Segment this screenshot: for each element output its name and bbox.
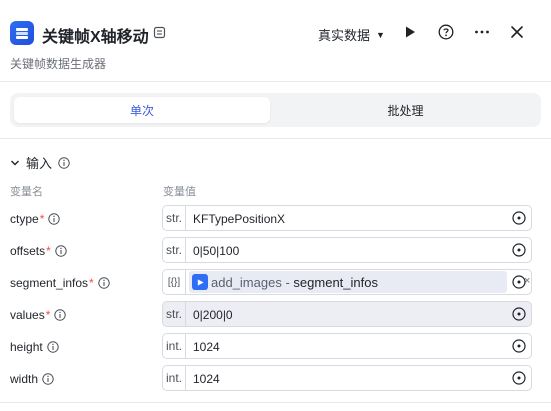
param-label-offsets: offsets * bbox=[10, 244, 67, 258]
reference-source: add_images bbox=[211, 275, 282, 290]
column-header-value: 变量值 bbox=[163, 186, 196, 198]
required-mark: * bbox=[89, 276, 94, 290]
param-row-ctype: ctype * str. KFTypePositionX bbox=[0, 205, 551, 233]
param-name: segment_infos bbox=[10, 276, 89, 290]
param-row-width: width int. 1024 bbox=[0, 365, 551, 393]
param-row-offsets: offsets * str. 0|50|100 bbox=[0, 237, 551, 265]
param-name: values bbox=[10, 308, 45, 322]
type-tag: [{}] bbox=[163, 270, 186, 294]
help-button[interactable] bbox=[436, 22, 456, 42]
variable-picker-icon[interactable] bbox=[512, 339, 526, 353]
type-tag: int. bbox=[163, 366, 186, 390]
panel-header: 关键帧X轴移动 关键帧数据生成器 真实数据 ▼ bbox=[0, 0, 551, 82]
required-mark: * bbox=[39, 212, 45, 226]
param-row-values: values * str. 0|200|0 bbox=[0, 301, 551, 329]
segment-infos-input[interactable]: [{}] add_images - segment_infos × bbox=[162, 269, 532, 295]
close-button[interactable] bbox=[507, 22, 527, 42]
reference-text: add_images - segment_infos bbox=[211, 275, 378, 290]
data-mode-label: 真实数据 bbox=[318, 28, 371, 43]
param-label-ctype: ctype * bbox=[10, 212, 61, 226]
offsets-input[interactable]: str. 0|50|100 bbox=[162, 237, 532, 263]
data-mode-dropdown[interactable]: 真实数据 ▼ bbox=[318, 25, 385, 44]
param-name: ctype bbox=[10, 212, 39, 226]
info-icon[interactable] bbox=[54, 309, 67, 321]
field-value: 1024 bbox=[193, 372, 220, 386]
type-tag: str. bbox=[163, 302, 186, 326]
bottom-divider bbox=[0, 402, 551, 403]
ctype-input[interactable]: str. KFTypePositionX bbox=[162, 205, 532, 231]
param-row-segment-infos: segment_infos * [{}] add_images - segment… bbox=[0, 269, 551, 297]
variable-picker-icon[interactable] bbox=[512, 211, 526, 225]
caret-down-icon: ▼ bbox=[376, 29, 385, 40]
mode-tabs: 单次 批处理 bbox=[10, 93, 541, 127]
variable-picker-icon[interactable] bbox=[512, 243, 526, 257]
more-icon bbox=[475, 30, 489, 34]
field-value: 0|200|0 bbox=[193, 308, 233, 322]
type-tag: str. bbox=[163, 206, 186, 230]
param-name: height bbox=[10, 340, 43, 354]
info-icon[interactable] bbox=[55, 245, 67, 257]
type-tag: str. bbox=[163, 238, 186, 262]
play-icon bbox=[406, 26, 415, 38]
keyframe-app-icon bbox=[10, 21, 34, 45]
param-name: offsets bbox=[10, 244, 46, 258]
reference-field: segment_infos bbox=[293, 275, 378, 290]
info-icon[interactable] bbox=[48, 213, 61, 225]
info-icon[interactable] bbox=[58, 156, 70, 169]
run-button[interactable] bbox=[400, 22, 420, 42]
param-name: width bbox=[10, 372, 39, 386]
required-mark: * bbox=[45, 308, 51, 322]
snapshot-icon[interactable] bbox=[153, 26, 166, 39]
variable-picker-icon[interactable] bbox=[512, 275, 526, 289]
section-title: 输入 bbox=[26, 156, 53, 171]
variable-picker-icon[interactable] bbox=[512, 371, 526, 385]
param-label-height: height bbox=[10, 340, 59, 354]
values-input[interactable]: str. 0|200|0 bbox=[162, 301, 532, 327]
tab-batch[interactable]: 批处理 bbox=[274, 97, 537, 123]
height-input[interactable]: int. 1024 bbox=[162, 333, 532, 359]
param-row-height: height int. 1024 bbox=[0, 333, 551, 361]
input-section-header: 输入 bbox=[10, 153, 70, 172]
type-tag: int. bbox=[163, 334, 186, 358]
page-subtitle: 关键帧数据生成器 bbox=[10, 57, 107, 71]
tab-single[interactable]: 单次 bbox=[14, 97, 270, 123]
column-header-name: 变量名 bbox=[10, 186, 43, 198]
param-label-width: width bbox=[10, 372, 54, 386]
mode-tabs-area: 单次 批处理 bbox=[0, 82, 551, 139]
field-value: 1024 bbox=[193, 340, 220, 354]
close-icon bbox=[511, 26, 523, 38]
node-play-icon bbox=[192, 274, 208, 290]
param-label-values: values * bbox=[10, 308, 67, 322]
chevron-down-icon[interactable] bbox=[10, 158, 20, 168]
reference-separator: - bbox=[285, 275, 290, 290]
reference-chip[interactable]: add_images - segment_infos × bbox=[189, 271, 530, 293]
width-input[interactable]: int. 1024 bbox=[162, 365, 532, 391]
page-title: 关键帧X轴移动 bbox=[42, 29, 149, 46]
field-value: KFTypePositionX bbox=[193, 212, 286, 226]
help-icon bbox=[438, 24, 454, 40]
info-icon[interactable] bbox=[42, 373, 54, 385]
param-label-segment-infos: segment_infos * bbox=[10, 276, 110, 290]
info-icon[interactable] bbox=[98, 277, 110, 289]
info-icon[interactable] bbox=[47, 341, 59, 353]
more-button[interactable] bbox=[472, 22, 492, 42]
field-value: 0|50|100 bbox=[193, 244, 240, 258]
required-mark: * bbox=[46, 244, 51, 258]
variable-picker-icon[interactable] bbox=[512, 307, 526, 321]
